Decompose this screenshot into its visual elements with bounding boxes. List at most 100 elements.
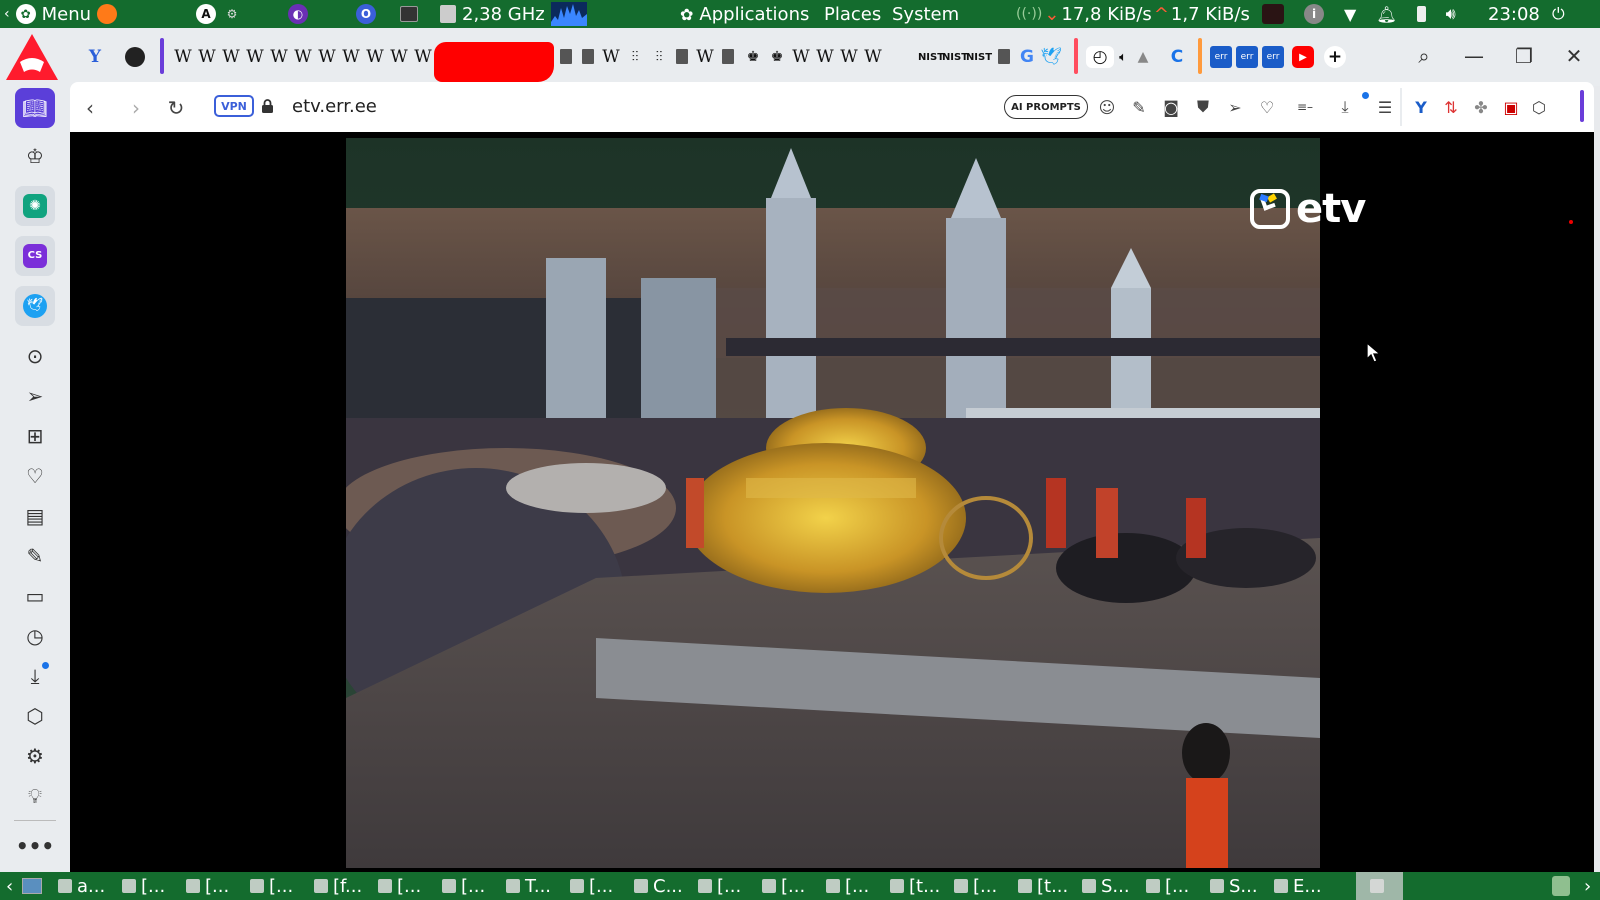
lock-icon[interactable] (262, 99, 273, 113)
power-icon[interactable]: ⏻ (1552, 4, 1565, 24)
tab-search-icon[interactable]: ⌕ (1408, 40, 1440, 72)
tab-err-3-icon[interactable]: err (1262, 46, 1284, 68)
tab-document-icon[interactable] (722, 49, 734, 64)
send-icon[interactable]: ➢ (1224, 96, 1246, 118)
tab-wikipedia-extra-7[interactable]: W (694, 46, 716, 68)
show-desktop-button[interactable] (22, 872, 42, 900)
sidebar-twitter-button[interactable]: 🕊︎ (15, 286, 55, 326)
tab-wikipedia-11[interactable]: W (412, 46, 434, 68)
emoji-icon[interactable]: ☺ (1096, 96, 1118, 118)
extension-vivaldi-icon[interactable]: Y (1410, 96, 1432, 118)
tab-nist-2[interactable]: NIST (942, 46, 968, 68)
sidebar-chatgpt-button[interactable]: ✺ (15, 186, 55, 226)
tab-wikipedia-2[interactable]: W (196, 46, 218, 68)
tab-wikipedia-3[interactable]: W (220, 46, 242, 68)
sidebar-cs-button[interactable]: CS (15, 236, 55, 276)
sidebar-tabs-button[interactable]: ⊞ (15, 416, 55, 456)
volume-icon[interactable]: 🔊︎ (1446, 4, 1456, 24)
taskbar-scroll-left-icon[interactable]: ‹ (6, 872, 13, 900)
sidebar-tab-islands-button[interactable]: ▭ (15, 576, 55, 616)
taskbar-window-item[interactable]: [f... (314, 872, 362, 900)
sidebar-tips-button[interactable]: 💡︎ (15, 776, 55, 816)
taskbar-window-item[interactable]: [... (442, 872, 485, 900)
trash-icon[interactable] (1552, 872, 1570, 900)
sidebar-downloads-button[interactable]: ⤓ (15, 656, 55, 696)
opera-app-icon[interactable]: O (356, 4, 376, 24)
places-menu[interactable]: Places (824, 0, 881, 28)
network-monitor[interactable]: ((·)) ⌄ 17,8 KiB/s ^ 1,7 KiB/s (1016, 0, 1250, 28)
extension-puzzle-icon[interactable]: ✤ (1470, 96, 1492, 118)
tab-err-2-icon[interactable]: err (1236, 46, 1258, 68)
sidebar-crown-button[interactable]: ♔ (15, 136, 55, 176)
taskbar-window-item[interactable]: [... (826, 872, 869, 900)
taskbar-window-item[interactable]: [... (698, 872, 741, 900)
battery-icon[interactable] (1416, 6, 1426, 22)
tab-wikipedia-extra-11[interactable]: W (790, 46, 812, 68)
taskbar-window-item[interactable]: S... (1210, 872, 1258, 900)
taskbar-window-item[interactable]: [... (122, 872, 165, 900)
tab-wikipedia-extra-14[interactable]: W (862, 46, 884, 68)
sidebar-history-button[interactable]: ◷ (15, 616, 55, 656)
taskbar-window-item[interactable]: [t... (1018, 872, 1068, 900)
tab-wikipedia-extra-13[interactable]: W (838, 46, 860, 68)
camera-icon[interactable]: ◙ (1160, 96, 1182, 118)
tab-youtube-icon[interactable]: ▶ (1292, 46, 1314, 68)
tab-twitter-icon[interactable]: 🕊︎ (1040, 46, 1062, 68)
wifi-icon[interactable]: ▼ (1344, 5, 1356, 24)
tab-wikipedia-extra-12[interactable]: W (814, 46, 836, 68)
edit-icon[interactable]: ✎ (1128, 96, 1150, 118)
tab-nist-3[interactable]: NIST (966, 46, 992, 68)
reload-button[interactable]: ↻ (164, 96, 188, 120)
system-menu[interactable]: System (892, 0, 959, 28)
tab-wikipedia-5[interactable]: W (268, 46, 290, 68)
tab-github-icon[interactable] (124, 46, 146, 68)
close-button[interactable]: ✕ (1558, 40, 1590, 72)
podcast-app-icon[interactable]: ◐ (288, 4, 308, 24)
shield-icon[interactable]: ⛊ (1192, 96, 1214, 118)
settings-gears-icon[interactable]: ⚙ (222, 4, 242, 24)
opera-gx-logo-icon[interactable] (2, 32, 62, 84)
taskbar-window-item[interactable]: T... (506, 872, 551, 900)
tab-wikipedia-extra-3[interactable]: W (600, 46, 622, 68)
tab-nist-1[interactable]: NIST (918, 46, 944, 68)
taskbar-window-item[interactable]: [... (1146, 872, 1189, 900)
sensor-graph-icon[interactable] (1262, 4, 1284, 24)
sidebar-player-button[interactable]: ⊙ (15, 336, 55, 376)
tab-document-icon[interactable] (582, 49, 594, 64)
taskbar-window-item[interactable]: [... (570, 872, 613, 900)
chevron-left-icon[interactable]: ‹ (4, 6, 10, 22)
minimize-button[interactable]: — (1458, 40, 1490, 72)
tab-err-1-icon[interactable]: err (1210, 46, 1232, 68)
tab-vivaldi-icon[interactable]: Y (84, 46, 106, 68)
tab-equalizer-icon[interactable]: ⫶⫶ (624, 46, 646, 68)
tab-equalizer-icon[interactable]: ⫶⫶ (648, 46, 670, 68)
restore-button[interactable]: ❐ (1508, 40, 1540, 72)
tab-c-icon[interactable]: C (1166, 46, 1188, 68)
sidebar-send-button[interactable]: ➢ (15, 376, 55, 416)
taskbar-window-item[interactable] (1356, 872, 1403, 900)
taskbar-window-item[interactable]: C... (634, 872, 683, 900)
extension-translate-icon[interactable]: ⇅ (1440, 96, 1462, 118)
cpu-frequency-monitor[interactable]: 2,38 GHz (440, 0, 587, 28)
taskbar-window-item[interactable]: [t... (890, 872, 940, 900)
sidebar-news-button[interactable]: ▤ (15, 496, 55, 536)
sidebar-favorites-button[interactable]: ♡ (15, 456, 55, 496)
tab-document-icon[interactable] (560, 49, 572, 64)
tab-crown-icon[interactable]: ♚ (742, 46, 764, 68)
taskbar-window-item[interactable]: E... (1274, 872, 1322, 900)
sidebar-toggle-bar[interactable] (1580, 90, 1584, 122)
forward-button[interactable]: › (124, 96, 148, 120)
easy-setup-icon[interactable]: ☰ (1374, 96, 1396, 118)
clock[interactable]: 23:08 (1488, 0, 1540, 28)
tab-wikipedia-6[interactable]: W (292, 46, 314, 68)
tab-wikipedia-1[interactable]: W (172, 46, 194, 68)
taskbar-window-item[interactable]: S... (1082, 872, 1130, 900)
vpn-badge[interactable]: VPN (214, 95, 254, 117)
heart-icon[interactable]: ♡ (1256, 96, 1278, 118)
extension-cube-icon[interactable]: ⬡ (1528, 96, 1550, 118)
sidebar-more-button[interactable]: ••• (15, 826, 55, 866)
tab-crown-icon[interactable]: ♚ (766, 46, 788, 68)
tab-document-icon[interactable] (676, 49, 688, 64)
tab-wikipedia-8[interactable]: W (340, 46, 362, 68)
ai-prompts-button[interactable]: AI PROMPTS (1004, 95, 1088, 119)
